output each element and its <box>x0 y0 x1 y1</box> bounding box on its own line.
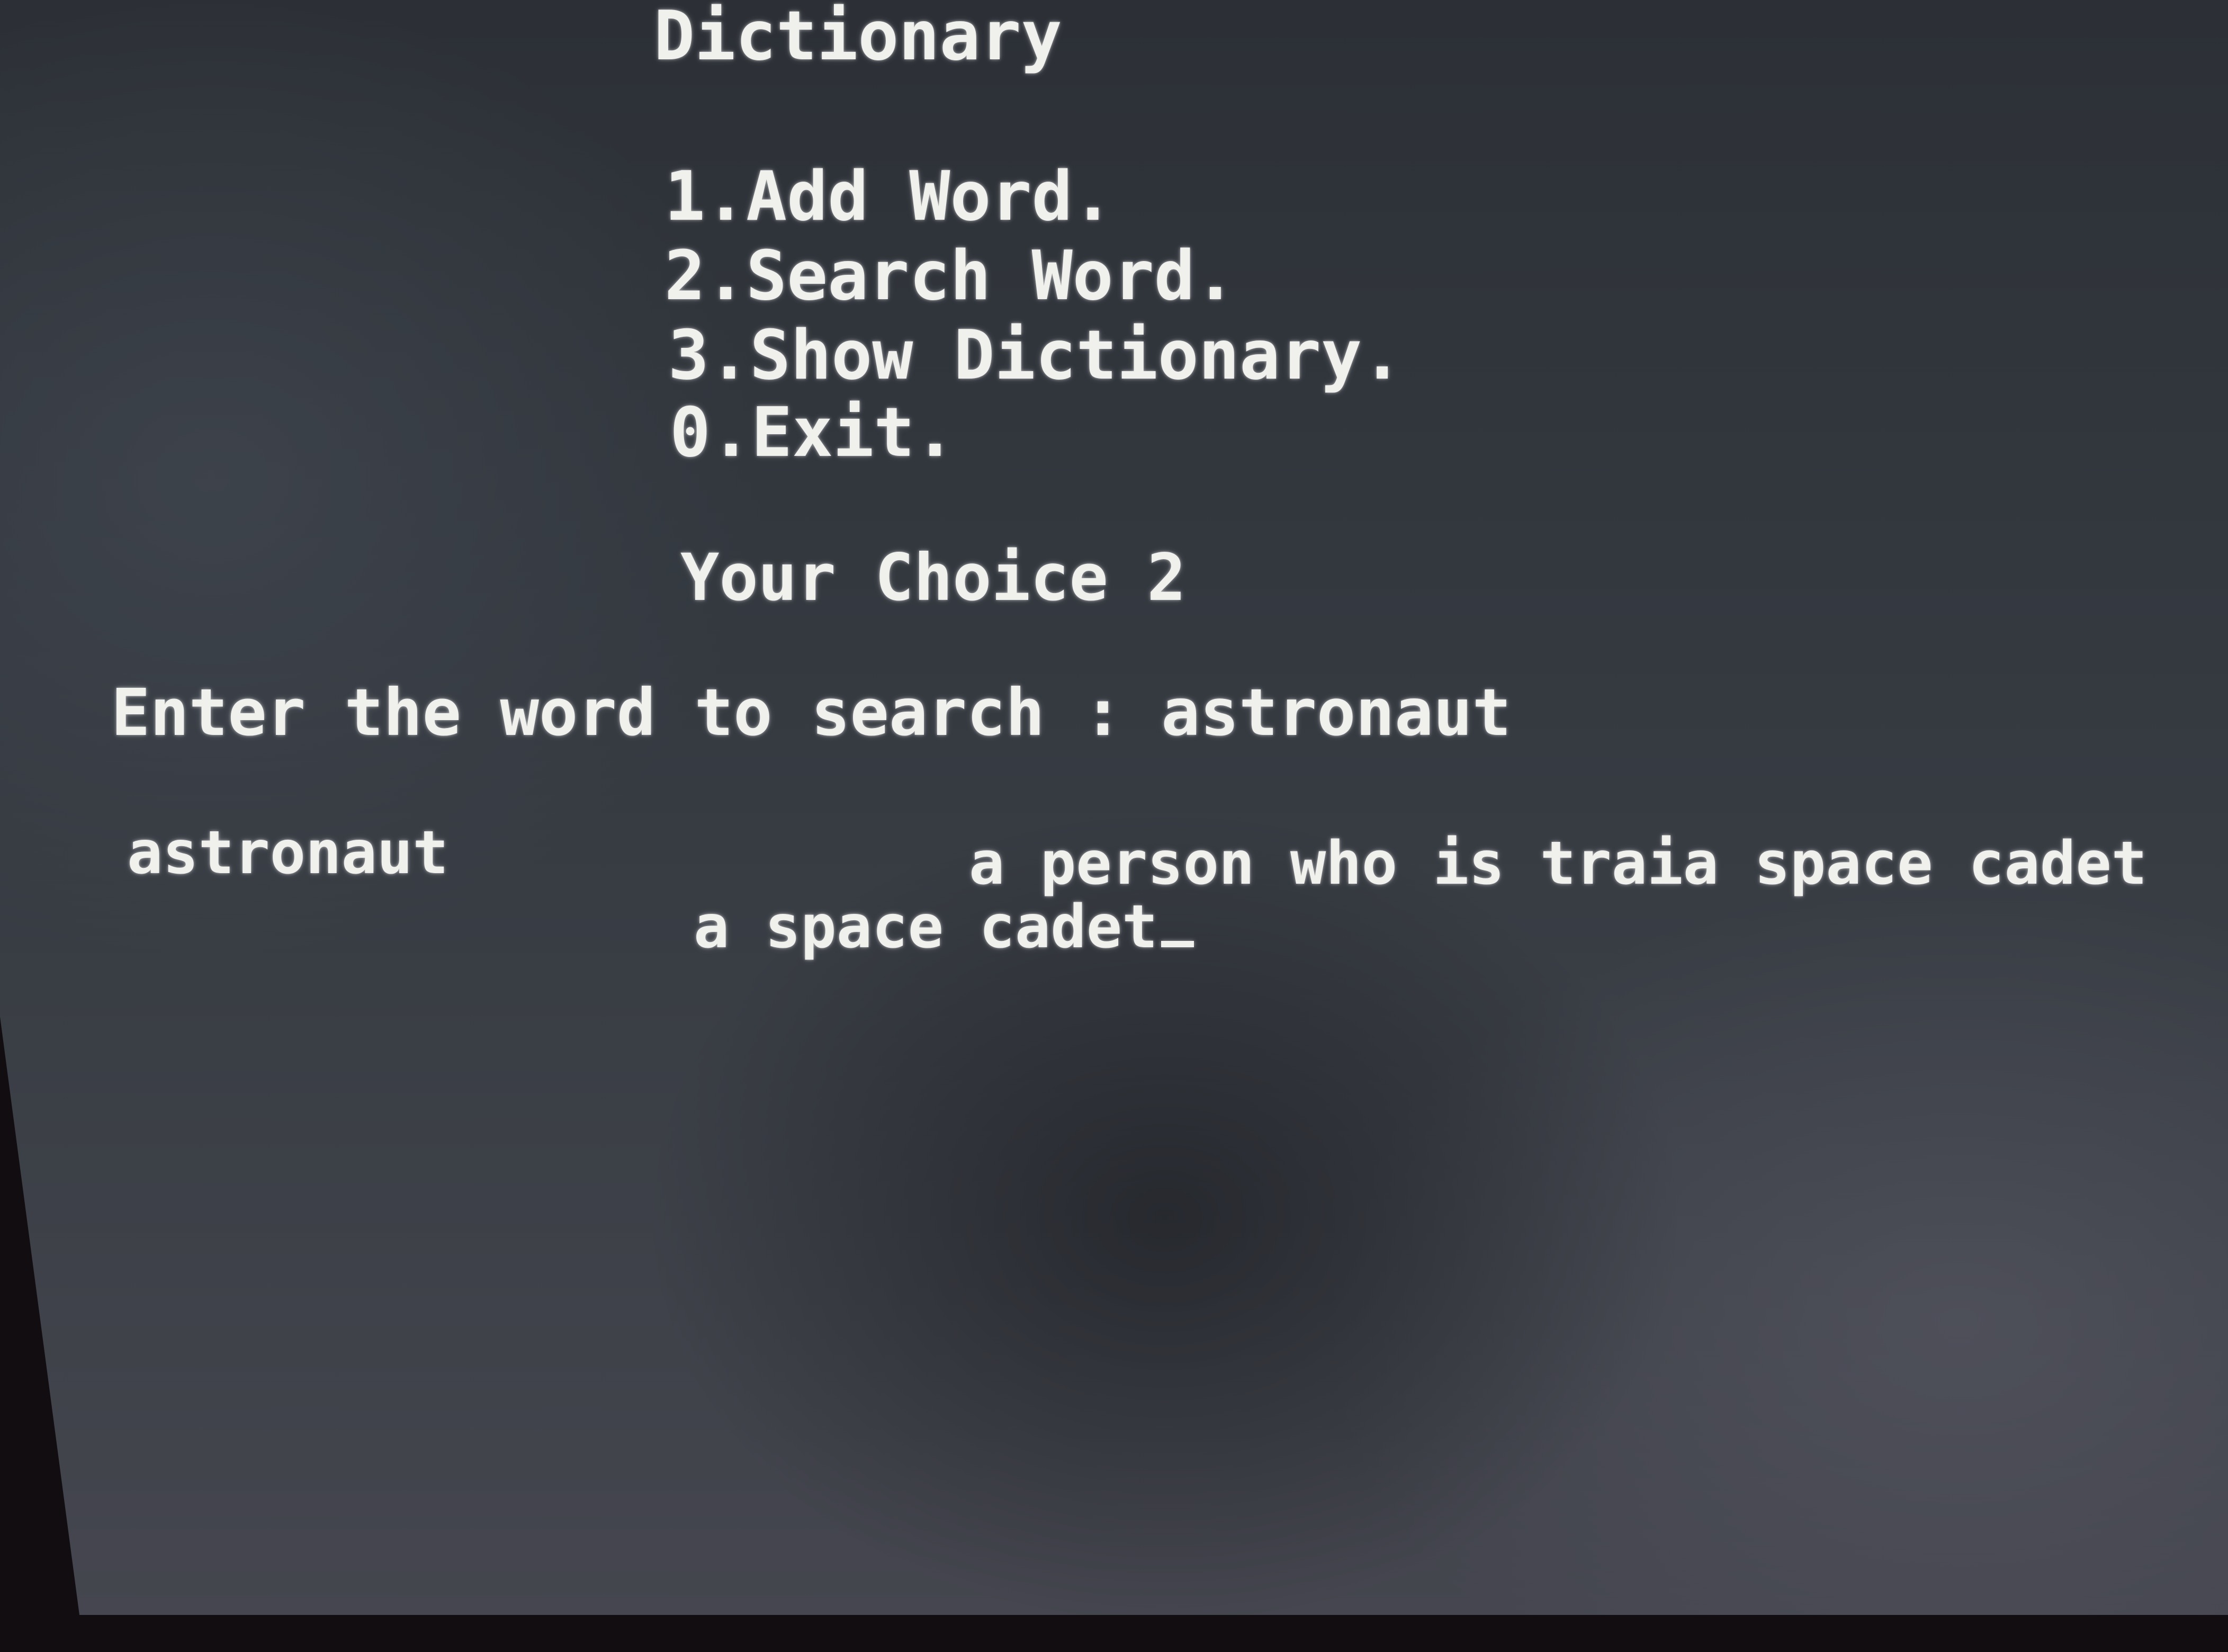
menu-item-exit: 0.Exit. <box>670 393 956 472</box>
result-definition-line-1: a person who is traia space cadet <box>969 829 2148 898</box>
result-definition-text-2: a space cadet <box>694 893 1158 962</box>
choice-value: 2 <box>1147 540 1186 615</box>
menu-item-show-dictionary: 3.Show Dictionary. <box>668 316 1403 395</box>
text-cursor <box>1161 941 1194 947</box>
menu-item-search-word: 2.Search Word. <box>664 237 1236 316</box>
menu-item-add-word: 1.Add Word. <box>664 157 1113 236</box>
result-definition-line-2: a space cadet <box>694 897 1194 957</box>
search-prompt-label: Enter the word to search : <box>111 675 1122 750</box>
search-input-value[interactable]: astronaut <box>1161 675 1511 750</box>
search-prompt-line: Enter the word to search : astronaut <box>111 680 1511 745</box>
result-word: astronaut <box>127 819 448 887</box>
choice-label: Your Choice <box>680 540 1108 615</box>
console-screen: Dictionary 1.Add Word. 2.Search Word. 3.… <box>0 0 2228 1615</box>
choice-line: Your Choice 2 <box>680 545 1186 610</box>
app-title: Dictionary <box>654 0 1062 76</box>
